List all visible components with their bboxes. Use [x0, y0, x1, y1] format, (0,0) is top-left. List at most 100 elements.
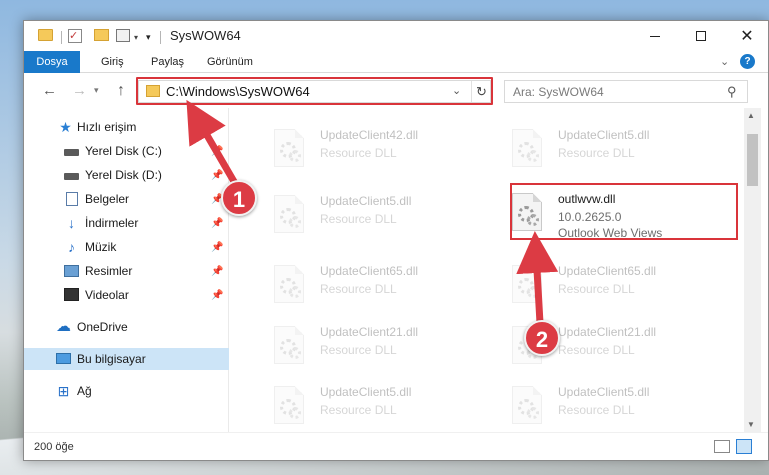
dll-file-icon [274, 265, 304, 303]
sidebar-item-local-disk-c[interactable]: Yerel Disk (C:) 📌 [24, 140, 229, 162]
sidebar-item-label: Müzik [85, 240, 117, 254]
navigation-pane: ★ Hızlı erişim Yerel Disk (C:) 📌 Yerel D… [24, 108, 229, 432]
list-item[interactable]: UpdateClient65.dll Resource DLL [250, 260, 490, 308]
maximize-icon [696, 31, 706, 41]
file-description: Resource DLL [558, 403, 635, 417]
pictures-icon [64, 265, 79, 277]
maximize-button[interactable] [678, 21, 724, 51]
ribbon-expand-chevron-icon[interactable]: ⌄ [720, 55, 729, 68]
sidebar-item-pictures[interactable]: Resimler 📌 [24, 260, 229, 282]
ribbon-tabs: Dosya Giriş Paylaş Görünüm ⌄ ? [24, 51, 768, 73]
list-item[interactable]: UpdateClient42.dll Resource DLL [250, 124, 490, 172]
item-count: 200 öğe [34, 441, 74, 453]
file-name: UpdateClient5.dll [558, 385, 650, 399]
pin-icon[interactable]: 📌 [211, 290, 223, 301]
file-description: Resource DLL [320, 403, 397, 417]
sidebar-item-downloads[interactable]: ↓ İndirmeler 📌 [24, 212, 229, 234]
sidebar-item-label: Videolar [85, 288, 129, 302]
file-explorer-window: ✓ ▾ ▾ SysWOW64 ✕ Dosya Giriş Paylaş Görü… [23, 20, 769, 461]
dll-file-icon [274, 386, 304, 424]
cloud-icon: ☁ [56, 318, 71, 335]
scroll-down-arrow-icon[interactable]: ▼ [747, 420, 755, 429]
pin-icon[interactable]: 📌 [211, 266, 223, 277]
separator [61, 31, 62, 44]
file-description: Resource DLL [558, 146, 635, 160]
sidebar-item-local-disk-d[interactable]: Yerel Disk (D:) 📌 [24, 164, 229, 186]
scroll-up-arrow-icon[interactable]: ▲ [747, 111, 755, 120]
tab-view[interactable]: Görünüm [198, 51, 262, 73]
drive-icon [64, 173, 79, 180]
sidebar-item-videos[interactable]: Videolar 📌 [24, 284, 229, 306]
sidebar-item-label: Yerel Disk (D:) [85, 168, 162, 182]
search-icon[interactable]: ⚲ [727, 84, 737, 100]
pin-icon[interactable]: 📌 [211, 170, 223, 181]
sidebar-item-label: Resimler [85, 264, 133, 278]
file-description: Resource DLL [558, 282, 635, 296]
file-name: UpdateClient21.dll [320, 325, 419, 339]
dll-file-icon [512, 265, 542, 303]
properties-icon[interactable] [116, 29, 130, 42]
minimize-icon [650, 35, 660, 37]
download-icon: ↓ [68, 215, 75, 231]
list-item[interactable]: UpdateClient65.dll Resource DLL [488, 260, 728, 308]
sidebar-item-quick-access[interactable]: ★ Hızlı erişim [24, 116, 229, 138]
tab-file[interactable]: Dosya [24, 51, 80, 73]
dll-file-icon [274, 195, 304, 233]
dll-file-icon [274, 326, 304, 364]
tiles-view-icon[interactable] [736, 439, 752, 454]
list-item[interactable]: UpdateClient5.dll Resource DLL [250, 190, 490, 238]
file-description: Resource DLL [320, 343, 397, 357]
file-name: UpdateClient21.dll [558, 325, 657, 339]
up-arrow-icon[interactable]: ↑ [117, 82, 125, 100]
file-description: Resource DLL [320, 282, 397, 296]
back-arrow-icon[interactable]: ← [42, 82, 57, 99]
status-bar: 200 öğe [24, 432, 768, 460]
file-name: UpdateClient65.dll [558, 264, 657, 278]
file-name: UpdateClient5.dll [320, 194, 412, 208]
forward-arrow-icon[interactable]: → [72, 82, 87, 99]
recent-locations-chevron-icon[interactable]: ▾ [94, 85, 99, 96]
pin-icon[interactable]: 📌 [211, 242, 223, 253]
new-folder-icon[interactable] [94, 29, 109, 41]
minimize-button[interactable] [632, 21, 678, 51]
tab-share[interactable]: Paylaş [142, 51, 193, 73]
pin-icon[interactable]: 📌 [211, 218, 223, 229]
file-highlight-box [510, 183, 738, 240]
vertical-scrollbar[interactable]: ▲ ▼ [744, 108, 761, 432]
sidebar-item-onedrive[interactable]: ☁ OneDrive [24, 316, 229, 338]
sidebar-item-documents[interactable]: Belgeler 📌 [24, 188, 229, 210]
sidebar-item-network[interactable]: ⊞ Ağ [24, 380, 229, 402]
close-button[interactable]: ✕ [724, 21, 768, 51]
scrollbar-thumb[interactable] [747, 134, 758, 186]
file-list: UpdateClient42.dll Resource DLL UpdateCl… [230, 108, 744, 432]
computer-icon [56, 353, 71, 364]
list-item[interactable]: UpdateClient5.dll Resource DLL [488, 381, 728, 429]
list-item[interactable]: UpdateClient5.dll Resource DLL [250, 381, 490, 429]
search-input[interactable]: Ara: SysWOW64 ⚲ [504, 80, 748, 103]
separator [160, 31, 161, 44]
details-view-icon[interactable] [714, 440, 730, 453]
sidebar-item-music[interactable]: ♪ Müzik 📌 [24, 236, 229, 258]
dll-file-icon [512, 386, 542, 424]
tab-home[interactable]: Giriş [92, 51, 133, 73]
search-placeholder: Ara: SysWOW64 [513, 85, 604, 99]
star-icon: ★ [59, 119, 72, 135]
sidebar-item-label: Hızlı erişim [77, 120, 137, 134]
customize-dropdown-icon[interactable]: ▾ [134, 29, 138, 45]
help-icon[interactable]: ? [740, 54, 755, 69]
file-description: Resource DLL [320, 146, 397, 160]
list-item[interactable]: UpdateClient21.dll Resource DLL [488, 321, 728, 369]
quick-access-chevron-icon[interactable]: ▾ [146, 29, 151, 45]
file-description: Resource DLL [320, 212, 397, 226]
properties-check-icon[interactable]: ✓ [68, 29, 82, 43]
sidebar-item-label: Ağ [77, 384, 92, 398]
list-item[interactable]: UpdateClient5.dll Resource DLL [488, 124, 728, 172]
document-icon [66, 192, 78, 206]
drive-icon [64, 149, 79, 156]
folder-icon[interactable] [38, 29, 53, 41]
file-name: UpdateClient42.dll [320, 128, 419, 142]
pin-icon[interactable]: 📌 [211, 146, 223, 157]
sidebar-item-label: OneDrive [77, 320, 128, 334]
sidebar-item-this-pc[interactable]: Bu bilgisayar [24, 348, 229, 370]
list-item[interactable]: UpdateClient21.dll Resource DLL [250, 321, 490, 369]
